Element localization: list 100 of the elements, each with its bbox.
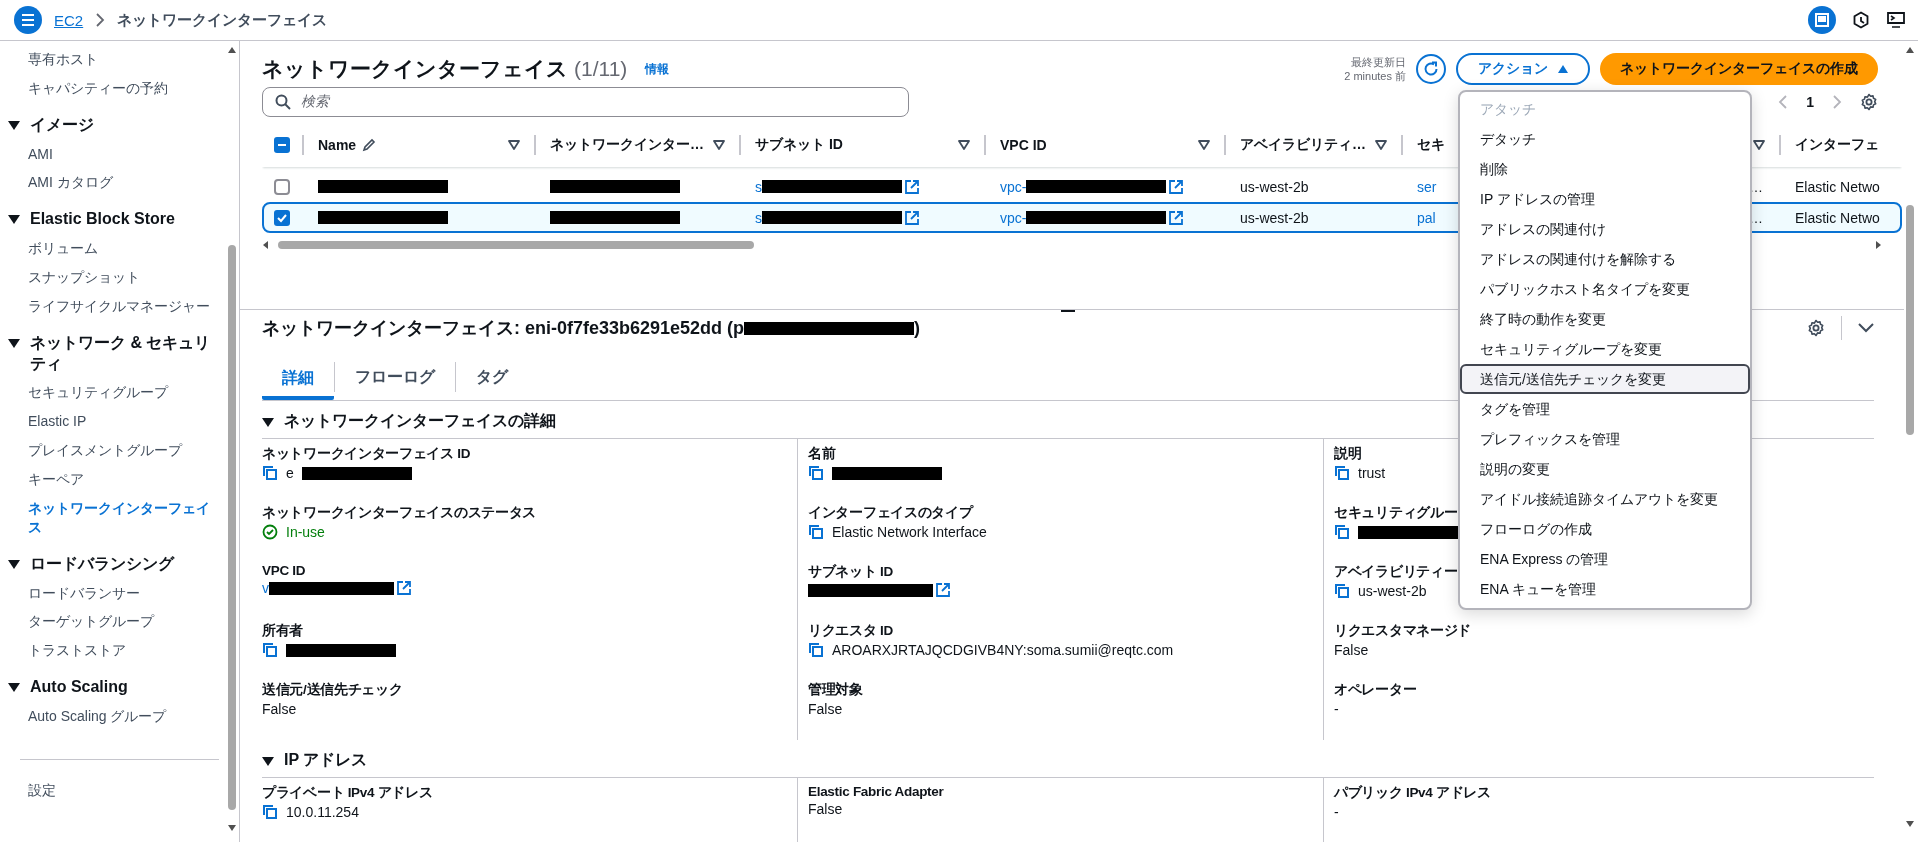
nav-section-toggle[interactable]: Auto Scaling bbox=[8, 673, 219, 703]
menu-item[interactable]: フローログの作成 bbox=[1460, 514, 1750, 544]
horizontal-scrollbar[interactable] bbox=[262, 239, 1882, 251]
copy-icon[interactable] bbox=[1334, 583, 1350, 599]
table-cell: us-west-2b bbox=[1240, 209, 1309, 226]
table-link[interactable]: s bbox=[755, 209, 762, 226]
section-toggle[interactable]: IP アドレス bbox=[262, 740, 1874, 778]
monitor-icon[interactable] bbox=[1886, 11, 1906, 29]
table-link[interactable]: vpc- bbox=[1000, 178, 1027, 195]
nav-link[interactable]: 設定 bbox=[28, 775, 219, 805]
nav-link[interactable]: セキュリティグループ bbox=[28, 378, 219, 408]
nav-section-toggle[interactable]: ロードバランシング bbox=[8, 549, 219, 579]
menu-item[interactable]: デタッチ bbox=[1460, 124, 1750, 154]
copy-icon[interactable] bbox=[1334, 465, 1350, 481]
nav-link[interactable]: Auto Scaling グループ bbox=[28, 702, 219, 731]
table-link[interactable]: s bbox=[755, 178, 762, 195]
caret-down-icon[interactable] bbox=[1198, 140, 1210, 150]
table-link[interactable]: pal bbox=[1417, 209, 1436, 226]
external-link-icon[interactable] bbox=[1169, 179, 1184, 194]
breadcrumb-link[interactable]: EC2 bbox=[54, 11, 84, 29]
external-link-icon[interactable] bbox=[1169, 210, 1184, 225]
column-header[interactable]: アベイラビリティ… bbox=[1240, 136, 1366, 154]
checkbox[interactable] bbox=[274, 209, 290, 226]
field-label: リクエスタ ID bbox=[808, 622, 893, 640]
column-header[interactable]: ネットワークインター… bbox=[550, 136, 704, 154]
caret-down-icon[interactable] bbox=[713, 140, 725, 150]
nav-link[interactable]: スナップショット bbox=[28, 263, 219, 292]
nav-section-toggle[interactable]: イメージ bbox=[8, 110, 219, 140]
table-link[interactable]: ser bbox=[1417, 178, 1437, 195]
caret-down-icon[interactable] bbox=[958, 140, 970, 150]
column-header[interactable]: インターフェ bbox=[1795, 136, 1879, 154]
copy-icon[interactable] bbox=[262, 642, 278, 658]
refresh-button[interactable] bbox=[1416, 54, 1446, 84]
copy-icon[interactable] bbox=[262, 804, 278, 820]
menu-item[interactable]: 削除 bbox=[1460, 154, 1750, 184]
tab[interactable]: フローログ bbox=[335, 362, 455, 392]
settings-icon[interactable] bbox=[1807, 319, 1825, 337]
nav-link[interactable]: ターゲットグループ bbox=[28, 607, 219, 637]
external-link-icon[interactable] bbox=[905, 210, 919, 225]
column-header[interactable]: サブネット ID bbox=[755, 136, 843, 154]
external-link-icon[interactable] bbox=[936, 583, 950, 597]
tab[interactable]: 詳細 bbox=[262, 356, 334, 400]
nav-link[interactable]: ロードバランサー bbox=[28, 578, 219, 608]
nav-link[interactable]: AMI bbox=[28, 139, 219, 169]
field-label: 管理対象 bbox=[808, 681, 863, 699]
tab[interactable]: タグ bbox=[456, 362, 528, 392]
menu-item[interactable]: IP アドレスの管理 bbox=[1460, 184, 1750, 214]
page-number[interactable]: 1 bbox=[1806, 94, 1814, 110]
nav-link[interactable]: キャパシティーの予約 bbox=[28, 73, 219, 103]
menu-item[interactable]: 説明の変更 bbox=[1460, 454, 1750, 484]
field-value: In-use bbox=[286, 524, 325, 540]
nav-link[interactable]: AMI カタログ bbox=[28, 168, 219, 198]
menu-icon[interactable] bbox=[14, 6, 42, 34]
nav-section-toggle[interactable]: Elastic Block Store bbox=[8, 205, 219, 235]
column-header[interactable]: セキ bbox=[1417, 136, 1445, 154]
copy-icon[interactable] bbox=[1334, 524, 1350, 540]
chevron-down-icon[interactable] bbox=[1858, 323, 1874, 333]
nav-link[interactable]: ボリューム bbox=[28, 234, 219, 264]
column-header[interactable]: VPC ID bbox=[1000, 137, 1047, 153]
menu-item[interactable]: ENA Express の管理 bbox=[1460, 544, 1750, 574]
copy-icon[interactable] bbox=[808, 524, 824, 540]
table-link[interactable]: vpc- bbox=[1000, 209, 1027, 226]
menu-item[interactable]: アイドル接続追跡タイムアウトを変更 bbox=[1460, 484, 1750, 514]
caret-down-icon[interactable] bbox=[1753, 140, 1765, 150]
menu-item[interactable]: 終了時の動作を変更 bbox=[1460, 304, 1750, 334]
nav-link[interactable]: プレイスメントグループ bbox=[28, 436, 219, 466]
nav-link[interactable]: Elastic IP bbox=[28, 407, 219, 437]
field-link[interactable]: v bbox=[262, 580, 269, 596]
actions-button[interactable]: アクション bbox=[1456, 53, 1590, 85]
checkbox[interactable] bbox=[274, 137, 290, 153]
menu-item[interactable]: セキュリティグループを変更 bbox=[1460, 334, 1750, 364]
menu-item[interactable]: アドレスの関連付け bbox=[1460, 214, 1750, 244]
nav-link[interactable]: トラストストア bbox=[28, 636, 219, 666]
panel-icon[interactable] bbox=[1808, 6, 1836, 34]
create-button[interactable]: ネットワークインターフェイスの作成 bbox=[1600, 53, 1878, 85]
nav-link[interactable]: ライフサイクルマネージャー bbox=[28, 291, 219, 321]
copy-icon[interactable] bbox=[262, 465, 278, 481]
nav-link[interactable]: 専有ホスト bbox=[28, 45, 219, 74]
info-link[interactable]: 情報 bbox=[645, 60, 670, 78]
hexagon-icon[interactable] bbox=[1852, 11, 1870, 29]
resize-handle-icon[interactable] bbox=[1061, 310, 1075, 314]
field-label: ネットワークインターフェイスのステータス bbox=[262, 504, 536, 522]
nav-link[interactable]: ネットワークインターフェイス bbox=[28, 494, 219, 542]
checkbox[interactable] bbox=[274, 178, 290, 195]
menu-item[interactable]: ENA キューを管理 bbox=[1460, 574, 1750, 604]
column-header[interactable]: Name bbox=[318, 137, 357, 153]
menu-item[interactable]: パブリックホスト名タイプを変更 bbox=[1460, 274, 1750, 304]
field-value: trust bbox=[1358, 465, 1386, 481]
menu-item[interactable]: 送信元/送信先チェックを変更 bbox=[1460, 364, 1750, 394]
copy-icon[interactable] bbox=[808, 642, 824, 658]
nav-section-toggle[interactable]: ネットワーク & セキュリティ bbox=[8, 328, 219, 379]
search-field[interactable]: 検索 bbox=[262, 87, 909, 117]
nav-link[interactable]: キーペア bbox=[28, 465, 219, 494]
caret-down-icon[interactable] bbox=[1375, 140, 1387, 150]
caret-down-icon[interactable] bbox=[508, 140, 520, 150]
external-link-icon[interactable] bbox=[397, 581, 411, 595]
menu-item[interactable]: アドレスの関連付けを解除する bbox=[1460, 244, 1750, 274]
external-link-icon[interactable] bbox=[905, 179, 919, 194]
copy-icon[interactable] bbox=[808, 465, 824, 481]
settings-icon[interactable] bbox=[1860, 93, 1878, 111]
